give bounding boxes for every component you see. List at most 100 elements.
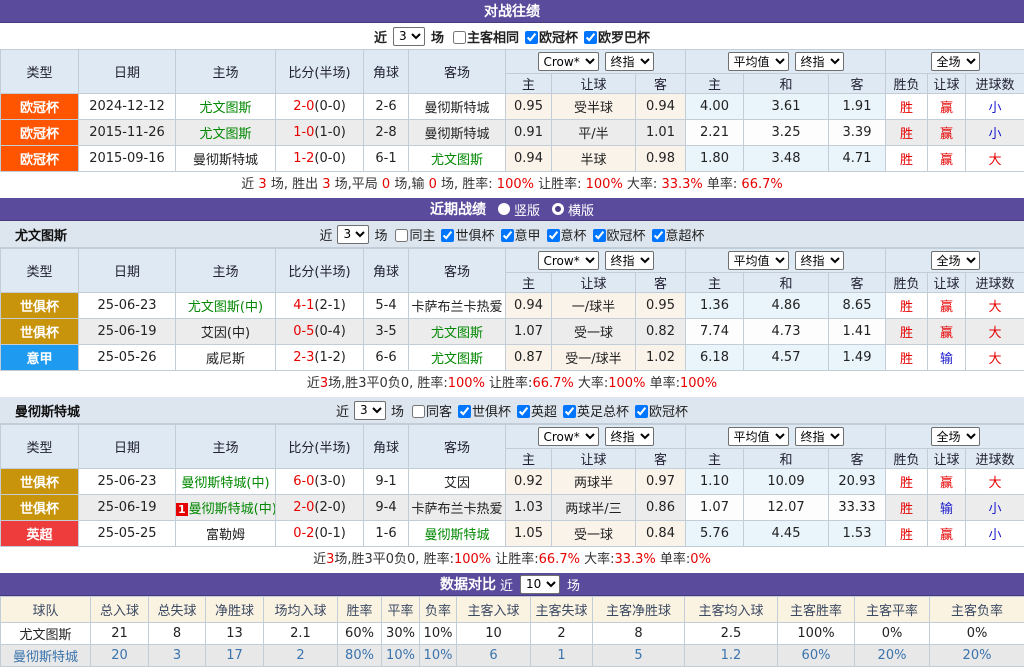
cell-result-winloss: 胜 bbox=[886, 293, 928, 319]
filter-check-1[interactable]: 欧冠杯 bbox=[519, 31, 578, 46]
col-corners: 角球 bbox=[364, 425, 409, 469]
col-home: 主场 bbox=[176, 425, 276, 469]
compare-table: 球队总入球总失球净胜球场均入球胜率平率负率主客入球主客失球主客净胜球主客均入球主… bbox=[0, 596, 1024, 667]
cell-corners: 6-6 bbox=[364, 345, 409, 371]
h2h-games-select[interactable]: 3 bbox=[393, 27, 425, 46]
filter-check-2[interactable]: 意甲 bbox=[495, 229, 541, 244]
h2h-average-select[interactable]: 平均值 bbox=[728, 52, 789, 71]
score-halftime: (0-0) bbox=[314, 99, 345, 114]
cell-odds-home: 0.95 bbox=[506, 94, 552, 120]
compare-games-select[interactable]: 10 bbox=[520, 575, 560, 594]
h2h-fulltime-select[interactable]: 全场 bbox=[931, 52, 980, 71]
filter-check-3[interactable]: 英足总杯 bbox=[557, 405, 629, 420]
checkbox-unchecked[interactable] bbox=[412, 405, 425, 418]
mancity-games-select[interactable]: 3 bbox=[354, 401, 386, 420]
mancity-fulltime-select[interactable]: 全场 bbox=[931, 427, 980, 446]
mancity-average-select[interactable]: 平均值 bbox=[728, 427, 789, 446]
juventus-average-final-select[interactable]: 终指 bbox=[795, 251, 844, 270]
score-fulltime: 2-0 bbox=[293, 99, 314, 114]
cell-avg-draw: 3.48 bbox=[744, 146, 829, 172]
rank-badge: 1 bbox=[176, 503, 188, 516]
checkbox-unchecked[interactable] bbox=[453, 31, 466, 44]
cell-away-team: 尤文图斯 bbox=[409, 345, 506, 371]
cell-home-team: 艾因(中) bbox=[176, 319, 276, 345]
juventus-bookmaker-select[interactable]: Crow* bbox=[538, 251, 599, 270]
check-label: 意杯 bbox=[561, 229, 587, 244]
filter-check-1[interactable]: 世俱杯 bbox=[452, 405, 511, 420]
col-score: 比分(半场) bbox=[276, 249, 364, 293]
mancity-final-odds-select[interactable]: 终指 bbox=[605, 427, 654, 446]
mancity-subheader: 曼彻斯特城 近 3 场 同客世俱杯英超英足总杯欧冠杯 bbox=[0, 397, 1024, 424]
filter-check-0[interactable]: 同客 bbox=[406, 405, 452, 420]
col-score: 比分(半场) bbox=[276, 425, 364, 469]
col-home: 主场 bbox=[176, 50, 276, 94]
score-fulltime: 0-5 bbox=[293, 324, 314, 339]
checkbox-checked[interactable] bbox=[635, 405, 648, 418]
cell-avg-away: 33.33 bbox=[829, 495, 886, 521]
summary-segment: 100% bbox=[454, 552, 491, 567]
compare-row: 尤文图斯218132.160%30%10%10282.5100%0%0% bbox=[1, 623, 1024, 645]
cell-date: 2015-11-26 bbox=[79, 120, 176, 146]
checkbox-checked[interactable] bbox=[652, 229, 665, 242]
filter-check-2[interactable]: 英超 bbox=[511, 405, 557, 420]
mancity-bookmaker-select[interactable]: Crow* bbox=[538, 427, 599, 446]
vertical-layout-radio[interactable] bbox=[498, 203, 510, 215]
summary-segment: 3 bbox=[258, 177, 266, 192]
checkbox-checked[interactable] bbox=[563, 405, 576, 418]
table-row: 世俱杯25-06-23尤文图斯(中)4-1(2-1)5-4卡萨布兰卡热爱0.94… bbox=[1, 293, 1024, 319]
filter-word-recent: 近 bbox=[374, 27, 387, 46]
h2h-final-odds-select[interactable]: 终指 bbox=[605, 52, 654, 71]
cell-corners: 9-1 bbox=[364, 469, 409, 495]
h2h-bookmaker-select[interactable]: Crow* bbox=[538, 52, 599, 71]
cell-result-goals: 小 bbox=[966, 94, 1024, 120]
checkbox-checked[interactable] bbox=[501, 229, 514, 242]
filter-check-1[interactable]: 世俱杯 bbox=[435, 229, 494, 244]
col-ha-draw-rate: 主客平率 bbox=[855, 597, 930, 623]
filter-check-3[interactable]: 意杯 bbox=[541, 229, 587, 244]
check-label: 英超 bbox=[531, 405, 557, 420]
checkbox-unchecked[interactable] bbox=[395, 229, 408, 242]
checkbox-checked[interactable] bbox=[441, 229, 454, 242]
col-handicap-result: 让球 bbox=[928, 273, 966, 293]
cell-ha-draw-rate: 20% bbox=[855, 645, 930, 667]
col-score: 比分(半场) bbox=[276, 50, 364, 94]
checkbox-checked[interactable] bbox=[547, 229, 560, 242]
cell-score: 6-0(3-0) bbox=[276, 469, 364, 495]
juventus-final-odds-select[interactable]: 终指 bbox=[605, 251, 654, 270]
cell-avg-away: 4.71 bbox=[829, 146, 886, 172]
juventus-fulltime-select[interactable]: 全场 bbox=[931, 251, 980, 270]
checkbox-checked[interactable] bbox=[525, 31, 538, 44]
filter-check-5[interactable]: 意超杯 bbox=[646, 229, 705, 244]
mancity-average-final-select[interactable]: 终指 bbox=[795, 427, 844, 446]
col-draw-rate: 平率 bbox=[382, 597, 420, 623]
score-halftime: (1-2) bbox=[314, 350, 345, 365]
checkbox-checked[interactable] bbox=[584, 31, 597, 44]
summary-segment: 3 bbox=[322, 177, 330, 192]
cell-date: 25-06-23 bbox=[79, 293, 176, 319]
summary-segment: 单率: bbox=[645, 376, 680, 391]
juventus-games-select[interactable]: 3 bbox=[337, 225, 369, 244]
filter-word-recent: 近 bbox=[319, 225, 332, 244]
cell-result-goals: 小 bbox=[966, 120, 1024, 146]
score-fulltime: 1-0 bbox=[293, 125, 314, 140]
filter-check-2[interactable]: 欧罗巴杯 bbox=[578, 31, 650, 46]
horizontal-layout-radio[interactable] bbox=[552, 203, 564, 215]
cell-ha-goals: 10 bbox=[457, 623, 531, 645]
filter-check-0[interactable]: 同主 bbox=[389, 229, 435, 244]
checkbox-checked[interactable] bbox=[593, 229, 606, 242]
col-odds-home: 主 bbox=[506, 273, 552, 293]
juventus-average-select[interactable]: 平均值 bbox=[728, 251, 789, 270]
h2h-average-final-select[interactable]: 终指 bbox=[795, 52, 844, 71]
cell-score: 4-1(2-1) bbox=[276, 293, 364, 319]
cell-home-team: 1曼彻斯特城(中) bbox=[176, 495, 276, 521]
score-halftime: (0-0) bbox=[314, 151, 345, 166]
cell-away-team: 曼彻斯特城 bbox=[409, 94, 506, 120]
cell-away-team: 曼彻斯特城 bbox=[409, 521, 506, 547]
filter-check-4[interactable]: 欧冠杯 bbox=[587, 229, 646, 244]
cell-result-handicap: 赢 bbox=[928, 146, 966, 172]
checkbox-checked[interactable] bbox=[517, 405, 530, 418]
filter-check-4[interactable]: 欧冠杯 bbox=[629, 405, 688, 420]
cell-corners: 9-4 bbox=[364, 495, 409, 521]
checkbox-checked[interactable] bbox=[458, 405, 471, 418]
filter-check-0[interactable]: 主客相同 bbox=[447, 31, 519, 46]
